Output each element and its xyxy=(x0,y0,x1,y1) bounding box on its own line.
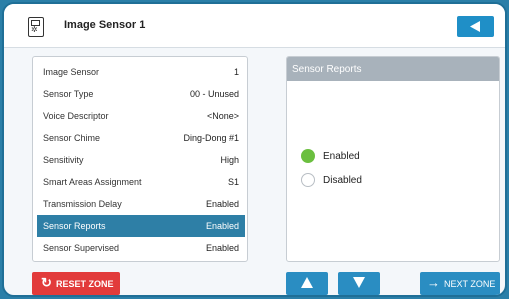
option-label: Disabled xyxy=(323,175,362,186)
settings-list: Image Sensor 1 Sensor Type 00 - Unused V… xyxy=(32,56,248,262)
device-star: ✲ xyxy=(31,25,38,34)
setting-value: <None> xyxy=(206,111,239,121)
setting-value: Ding-Dong #1 xyxy=(183,133,239,143)
next-label: NEXT ZONE xyxy=(444,279,496,289)
setting-row-sensor-chime[interactable]: Sensor Chime Ding-Dong #1 xyxy=(37,127,245,149)
setting-value: 00 - Unused xyxy=(189,89,239,99)
page-title: Image Sensor 1 xyxy=(64,19,146,31)
setting-label: Image Sensor xyxy=(43,67,100,77)
triangle-up-icon xyxy=(301,277,313,288)
reset-label: RESET ZONE xyxy=(56,279,114,289)
setting-row-image-sensor[interactable]: Image Sensor 1 xyxy=(37,61,245,83)
setting-value: Enabled xyxy=(205,221,239,231)
setting-value: S1 xyxy=(227,177,239,187)
option-label: Enabled xyxy=(323,151,360,162)
setting-label: Smart Areas Assignment xyxy=(43,177,142,187)
setting-label: Sensitivity xyxy=(43,155,84,165)
reset-zone-button[interactable]: ↻ RESET ZONE xyxy=(32,272,120,295)
scroll-up-button[interactable] xyxy=(286,272,328,295)
setting-row-transmission-delay[interactable]: Transmission Delay Enabled xyxy=(37,193,245,215)
triangle-down-icon xyxy=(353,277,365,288)
sensor-device-icon: ✲ xyxy=(28,17,44,37)
setting-value: High xyxy=(220,155,239,165)
triangle-left-icon xyxy=(470,21,480,32)
app-window: ✲ Image Sensor 1 Image Sensor 1 Sensor T… xyxy=(2,2,507,297)
setting-row-smart-areas[interactable]: Smart Areas Assignment S1 xyxy=(37,171,245,193)
refresh-icon: ↻ xyxy=(41,275,52,290)
setting-label: Sensor Chime xyxy=(43,133,101,143)
sensor-reports-panel: Sensor Reports Enabled Disabled xyxy=(286,56,500,262)
radio-unselected-icon xyxy=(301,173,315,187)
next-zone-button[interactable]: → NEXT ZONE xyxy=(420,272,500,295)
arrow-right-icon: → xyxy=(427,275,440,290)
setting-label: Voice Descriptor xyxy=(43,111,109,121)
setting-label: Transmission Delay xyxy=(43,199,122,209)
setting-value: Enabled xyxy=(205,243,239,253)
setting-row-sensor-reports[interactable]: Sensor Reports Enabled xyxy=(37,215,245,237)
panel-title: Sensor Reports xyxy=(287,57,499,81)
back-button[interactable] xyxy=(457,16,494,37)
setting-label: Sensor Type xyxy=(43,89,94,99)
setting-row-voice-descriptor[interactable]: Voice Descriptor <None> xyxy=(37,105,245,127)
header-bar: ✲ Image Sensor 1 xyxy=(4,4,505,48)
setting-value: Enabled xyxy=(205,199,239,209)
setting-label: Sensor Reports xyxy=(43,221,106,231)
setting-label: Sensor Supervised xyxy=(43,243,120,253)
setting-row-sensor-supervised[interactable]: Sensor Supervised Enabled xyxy=(37,237,245,259)
scroll-down-button[interactable] xyxy=(338,272,380,295)
radio-selected-icon xyxy=(301,149,315,163)
setting-value: 1 xyxy=(233,67,239,77)
setting-row-sensitivity[interactable]: Sensitivity High xyxy=(37,149,245,171)
setting-row-sensor-type[interactable]: Sensor Type 00 - Unused xyxy=(37,83,245,105)
